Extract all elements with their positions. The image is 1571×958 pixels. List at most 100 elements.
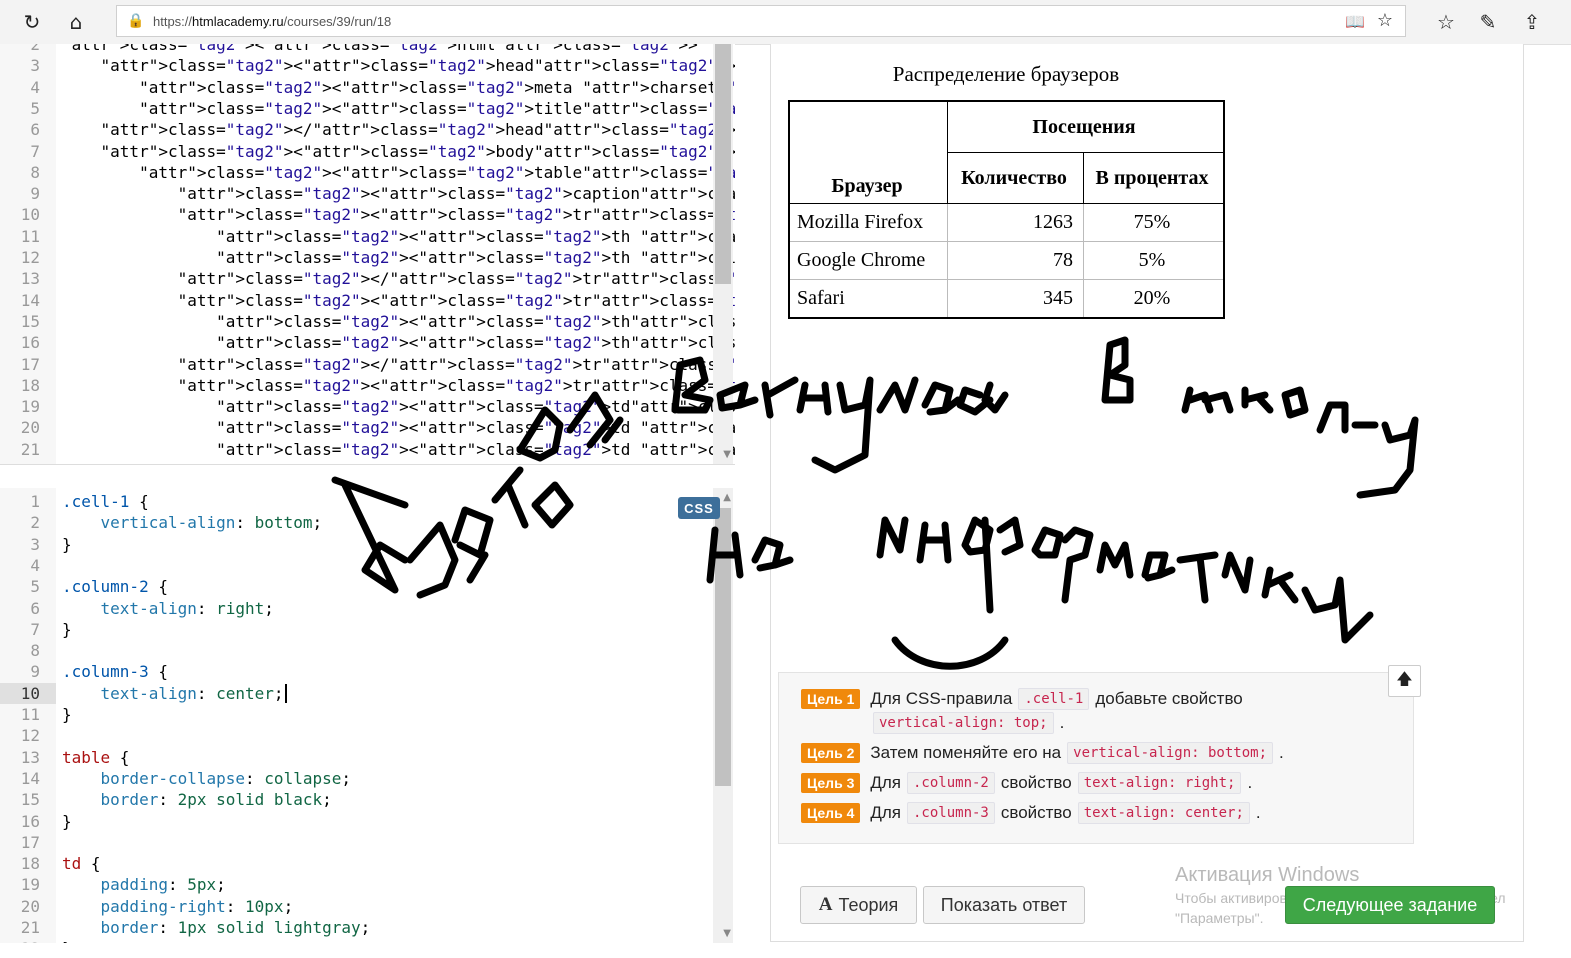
html-editor[interactable]: 2 "attr">class="tag2"><"attr">class="tag2…: [0, 44, 735, 464]
code-line[interactable]: 12 "attr">class="tag2"><"attr">class="ta…: [0, 247, 735, 268]
scroll-down-icon[interactable]: ▼: [723, 449, 731, 460]
line-number: 11: [20, 226, 40, 246]
line-number: 2: [30, 513, 40, 533]
code-text: text-align: right;: [100, 598, 274, 618]
css-editor[interactable]: 1 .cell-1 {2 vertical-align: bottom; 3} 4 5.…: [0, 488, 735, 943]
code-line[interactable]: 13 "attr">class="tag2"></"attr">class="t…: [0, 268, 735, 289]
code-line[interactable]: 7 "attr">class="tag2"><"attr">class="tag…: [0, 141, 735, 162]
code-text: "attr">class="tag2"><"attr">class="tag2"…: [177, 205, 735, 225]
code-line[interactable]: 15 border: 2px solid black;: [0, 789, 712, 810]
code-line[interactable]: 2 "attr">class="tag2"><"attr">class="tag2…: [0, 44, 712, 55]
code-line[interactable]: 19 padding: 5px;: [0, 874, 712, 895]
code-text: }: [62, 619, 72, 639]
editor-divider[interactable]: [0, 464, 735, 489]
scroll-thumb[interactable]: [715, 44, 731, 284]
code-line[interactable]: 21 "attr">class="tag2"><"attr">class="ta…: [0, 439, 735, 460]
home-icon[interactable]: ⌂: [60, 6, 92, 38]
cell-browser: Safari: [788, 279, 948, 319]
code-line[interactable]: 17: [0, 832, 712, 853]
code-line[interactable]: 4: [0, 555, 712, 576]
code-line[interactable]: 14 "attr">class="tag2"><"attr">class="ta…: [0, 290, 735, 311]
task-4: Цель 4 Для .column-3 свойство text-align…: [801, 801, 1261, 825]
refresh-icon[interactable]: ↻: [16, 6, 48, 38]
arrow-up-icon: 🡅: [1396, 668, 1413, 688]
share-icon[interactable]: ⇪: [1516, 6, 1548, 38]
cell-percent: 75%: [1083, 203, 1225, 242]
code-line[interactable]: 2 vertical-align: bottom;: [0, 512, 712, 533]
code-line[interactable]: 5 .column-2 {: [0, 576, 712, 597]
task-text: Затем поменяйте его на: [870, 743, 1062, 762]
line-number: 9: [30, 662, 40, 682]
code-line[interactable]: 5 "attr">class="tag2"><"attr">class="tag…: [0, 98, 735, 119]
code-text: td {: [62, 854, 101, 874]
activation-title: Активация Windows: [1175, 864, 1360, 886]
favorites-list-icon[interactable]: ☆: [1430, 6, 1462, 38]
task-text: свойство: [1000, 773, 1072, 792]
code-text: table {: [62, 747, 130, 767]
code-line[interactable]: 17 "attr">class="tag2"></"attr">class="t…: [0, 354, 735, 375]
task-text: Для: [870, 803, 901, 822]
code-line[interactable]: 11}: [0, 704, 712, 725]
line-number: 18: [20, 854, 40, 874]
code-line[interactable]: 6 text-align: right;: [0, 598, 712, 619]
code-line[interactable]: 21 border: 1px solid lightgray;: [0, 917, 712, 938]
goal-badge: Цель 1: [801, 689, 861, 709]
code-line[interactable]: 10 text-align: center;: [0, 682, 712, 704]
cell-count: 345: [947, 279, 1084, 319]
favorite-star-icon[interactable]: ☆: [1377, 10, 1393, 31]
code-line[interactable]: 14 border-collapse: collapse;: [0, 768, 712, 789]
line-number: 13: [20, 269, 40, 289]
code-line[interactable]: 9 .column-3 {: [0, 661, 712, 682]
address-bar[interactable]: 🔒 https://htmlacademy.ru/courses/39/run/…: [116, 5, 1406, 37]
task-text: .: [1279, 743, 1284, 762]
code-line[interactable]: 18 "attr">class="tag2"><"attr">class="ta…: [0, 375, 735, 396]
scroll-thumb[interactable]: [715, 508, 731, 786]
cell-percent: 5%: [1083, 241, 1225, 280]
code-line[interactable]: 19 "attr">class="tag2"><"attr">class="ta…: [0, 396, 735, 417]
table-row: Mozilla Firefox 1263 75%: [788, 203, 1225, 242]
code-line[interactable]: 3}: [0, 534, 712, 555]
line-number: 2: [30, 44, 40, 54]
line-number: 6: [30, 598, 40, 618]
code-line[interactable]: 20 padding-right: 10px;: [0, 896, 712, 917]
goal-badge: Цель 2: [801, 743, 861, 763]
code-line[interactable]: 16 "attr">class="tag2"><"attr">class="ta…: [0, 332, 735, 353]
code-line[interactable]: 18 td {: [0, 853, 712, 874]
code-text: "attr">class="tag2"><"attr">class="tag2"…: [177, 290, 735, 310]
header-browser: Браузер: [788, 100, 948, 204]
code-line[interactable]: 8 "attr">class="tag2"><"attr">class="tag…: [0, 162, 735, 183]
code-line[interactable]: 10 "attr">class="tag2"><"attr">class="ta…: [0, 204, 735, 225]
task-2: Цель 2 Затем поменяйте его на vertical-a…: [801, 741, 1284, 765]
code-line[interactable]: 11 "attr">class="tag2"><"attr">class="ta…: [0, 226, 735, 247]
code-text: }: [62, 938, 72, 943]
line-number: 12: [20, 248, 40, 267]
code-text: "attr">class="tag2"><"attr">class="tag2"…: [216, 418, 735, 438]
code-line[interactable]: 16}: [0, 811, 712, 832]
scroll-down-icon[interactable]: ▼: [723, 928, 731, 939]
scroll-up-icon[interactable]: ▲: [723, 492, 731, 503]
code-text: "attr">class="tag2"></"attr">class="tag2…: [100, 120, 735, 140]
code-line[interactable]: 3 "attr">class="tag2"><"attr">class="tag…: [0, 55, 735, 76]
code-line[interactable]: 6 "attr">class="tag2"></"attr">class="ta…: [0, 119, 735, 140]
code-line[interactable]: 12: [0, 725, 712, 746]
code-line[interactable]: 1 .cell-1 {: [0, 491, 712, 512]
code-line[interactable]: 15 "attr">class="tag2"><"attr">class="ta…: [0, 311, 735, 332]
code-line[interactable]: 20 "attr">class="tag2"><"attr">class="ta…: [0, 417, 735, 438]
code-line[interactable]: 4 "attr">class="tag2"><"attr">class="tag…: [0, 77, 735, 98]
show-answer-button[interactable]: Показать ответ: [923, 886, 1085, 924]
code-line[interactable]: 7}: [0, 619, 712, 640]
code-line[interactable]: 9 "attr">class="tag2"><"attr">class="tag…: [0, 183, 735, 204]
code-line[interactable]: 13 table {: [0, 747, 712, 768]
code-line[interactable]: 8: [0, 640, 712, 661]
next-task-button[interactable]: Следующее задание: [1285, 886, 1495, 924]
collapse-tasks-button[interactable]: 🡅: [1388, 665, 1421, 697]
line-number: 19: [20, 875, 40, 895]
css-editor-scrollbar[interactable]: [713, 488, 733, 943]
line-number: 18: [20, 375, 40, 395]
line-number: 11: [20, 705, 40, 724]
html-editor-scrollbar[interactable]: [713, 44, 733, 464]
pen-icon[interactable]: ✎: [1472, 6, 1504, 38]
theory-button[interactable]: A Теория: [800, 886, 917, 924]
code-line[interactable]: 22}: [0, 938, 712, 943]
reading-view-icon[interactable]: 📖: [1345, 12, 1365, 31]
